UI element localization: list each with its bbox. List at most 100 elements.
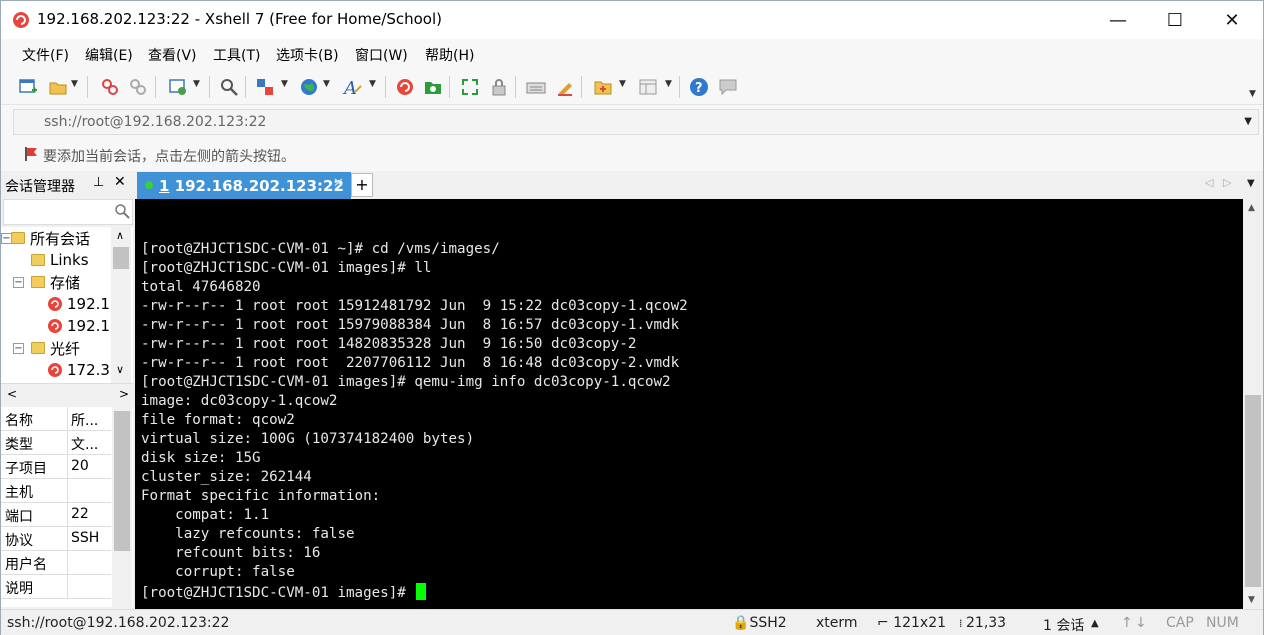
new-tab-button[interactable]: + [351,173,373,197]
folder-icon [11,232,25,244]
lock-icon[interactable] [488,76,510,98]
tree-horizontal-scrollbar[interactable]: < > [1,383,133,405]
upload-arrow-icon: ↑ [1121,615,1133,631]
layout-dropdown-icon[interactable]: ▼ [665,79,672,89]
folder-icon [31,276,45,288]
tree-item-session[interactable]: 192.16 [47,293,120,315]
address-value: ssh://root@192.168.202.123:22 [44,114,267,130]
font-dropdown-icon[interactable]: ▼ [369,79,376,89]
sessions-up-icon[interactable]: ▲ [1091,618,1099,629]
disconnect-icon[interactable] [99,76,121,98]
properties-dropdown-icon[interactable]: ▼ [193,79,200,89]
compose-icon[interactable] [592,76,614,98]
menu-file[interactable]: 文件(F) [22,45,69,65]
xftp-icon[interactable] [422,76,444,98]
terminal-line: -rw-r--r-- 1 root root 15912481792 Jun 9… [141,298,688,314]
properties-icon[interactable] [167,76,189,98]
open-folder-icon[interactable] [47,76,69,98]
font-icon[interactable]: A [342,76,364,98]
tree-item-session[interactable]: 172.31 [47,359,120,381]
toolbar-separator [449,76,450,98]
reconnect-icon[interactable] [127,76,149,98]
status-terminal-type: xterm [816,615,858,631]
highlight-icon[interactable] [554,76,576,98]
menu-bar: 文件(F) 编辑(E) 查看(V) 工具(T) 选项卡(B) 窗口(W) 帮助(… [1,39,1263,69]
menu-tab[interactable]: 选项卡(B) [276,45,339,65]
scroll-down-icon[interactable]: ∨ [116,363,124,376]
fullscreen-icon[interactable] [459,76,481,98]
folder-icon [31,254,45,266]
status-address: ssh://root@192.168.202.123:22 [7,615,230,631]
tab-list-dropdown-icon[interactable]: ▼ [1247,178,1255,189]
transfer-dropdown-icon[interactable]: ▼ [281,79,288,89]
tree-item-links[interactable]: Links [31,249,89,271]
add-session-arrow-icon[interactable] [23,146,39,162]
terminal-line: -rw-r--r-- 1 root root 2207706112 Jun 8 … [141,355,680,371]
terminal-line: refcount bits: 16 [141,545,321,561]
cursor-pos-icon: ⁞ [959,617,966,630]
tree-item-session[interactable]: 192.16 [47,315,120,337]
toolbar-separator [581,76,582,98]
scroll-left-icon[interactable]: < [7,387,17,401]
session-manager-close-icon[interactable]: ✕ [114,174,126,190]
properties-scrollbar[interactable] [112,407,132,607]
transfer-icon[interactable] [254,76,276,98]
toolbar-separator [245,76,246,98]
maximize-button[interactable]: ☐ [1152,1,1198,39]
open-dropdown-icon[interactable]: ▼ [71,79,78,89]
session-search-input[interactable] [3,199,133,225]
tree-scroll-thumb[interactable] [113,247,129,269]
new-session-icon[interactable] [17,76,39,98]
tree-item-fiber[interactable]: 光纤 [31,337,80,359]
address-input[interactable]: ssh://root@192.168.202.123:22 ▼ [13,109,1259,135]
scroll-up-icon[interactable]: ▲ [1248,203,1255,213]
address-dropdown-icon[interactable]: ▼ [1244,116,1252,127]
scroll-right-icon[interactable]: > [119,387,129,401]
address-bar: ssh://root@192.168.202.123:22 ▼ [1,105,1263,139]
keyboard-icon[interactable] [525,76,547,98]
terminal-line: virtual size: 100G (107374182400 bytes) [141,431,475,447]
property-row: 子项目 20 [1,455,111,479]
menu-view[interactable]: 查看(V) [148,45,197,65]
menu-window[interactable]: 窗口(W) [355,45,408,65]
tab-prev-icon[interactable]: ◁ [1205,176,1213,189]
terminal-scrollbar[interactable]: ▲ ▼ [1243,199,1263,609]
menu-tools[interactable]: 工具(T) [213,45,260,65]
menu-edit[interactable]: 编辑(E) [85,45,133,65]
status-num: NUM [1206,615,1239,631]
svg-text:A: A [342,78,357,97]
chat-icon[interactable] [717,76,739,98]
globe-dropdown-icon[interactable]: ▼ [323,79,330,89]
help-icon[interactable]: ? [688,76,710,98]
globe-icon[interactable] [298,76,320,98]
scroll-up-icon[interactable]: ∧ [116,229,124,242]
minimize-button[interactable]: — [1095,1,1141,39]
tree-item-all-sessions[interactable]: 所有会话 [11,227,90,249]
terminal-scroll-thumb[interactable] [1245,395,1261,587]
status-cursor-pos: ⁞ 21,33 [959,615,1007,631]
session-icon [48,297,62,311]
tree-scrollbar[interactable]: ∧ ∨ [111,227,131,383]
compose-dropdown-icon[interactable]: ▼ [619,79,626,89]
tree-item-storage[interactable]: 存储 [31,271,80,293]
collapse-icon[interactable]: − [13,277,24,288]
search-icon[interactable] [114,203,130,223]
find-icon[interactable] [218,76,240,98]
pin-icon[interactable]: ⊥ [93,175,104,190]
toolbar-overflow-icon[interactable]: ▼ [1249,89,1256,99]
tab-close-icon[interactable]: ✕ [333,176,344,191]
collapse-icon[interactable]: − [13,343,24,354]
tab-next-icon[interactable]: ▷ [1223,176,1231,189]
close-button[interactable]: ✕ [1209,1,1255,39]
status-protocol: 🔒SSH2 [732,615,787,631]
terminal-line: corrupt: false [141,564,295,580]
status-sessions[interactable]: 1 会话 [1043,615,1084,635]
menu-help[interactable]: 帮助(H) [425,45,474,65]
properties-scroll-thumb[interactable] [114,411,130,551]
layout-icon[interactable] [637,76,659,98]
tab-session-1[interactable]: 1 192.168.202.123:22 ✕ [137,172,351,199]
scroll-down-icon[interactable]: ▼ [1248,595,1255,605]
terminal[interactable]: [root@ZHJCT1SDC-CVM-01 ~]# cd /vms/image… [135,199,1243,609]
lock-icon: 🔒 [732,615,750,631]
xshell-icon[interactable] [394,76,416,98]
